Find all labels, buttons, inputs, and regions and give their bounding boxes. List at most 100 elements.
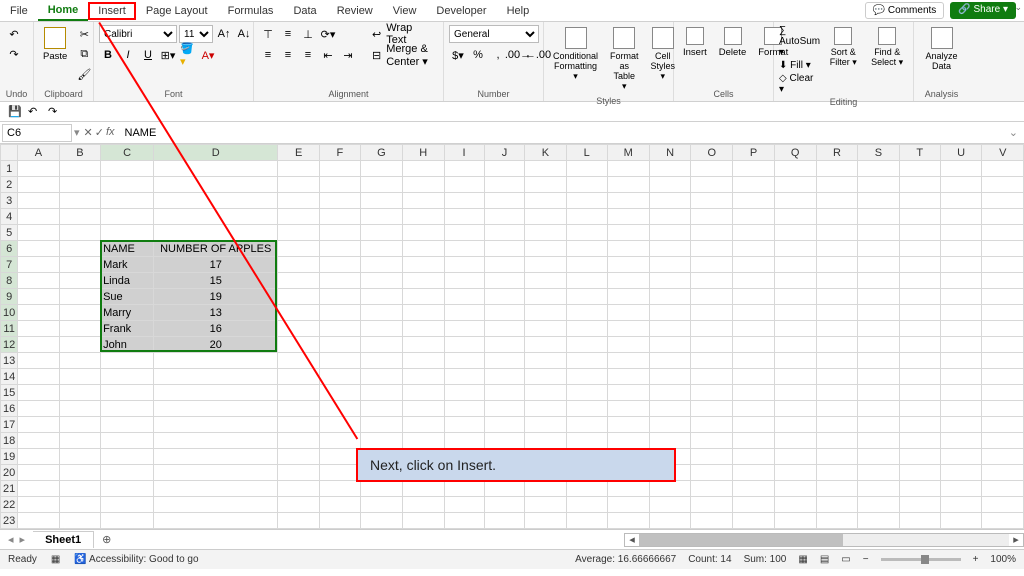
cell-L8[interactable] (566, 273, 607, 289)
cell-I22[interactable] (444, 497, 484, 513)
tab-file[interactable]: File (0, 2, 38, 20)
cell-P21[interactable] (733, 481, 774, 497)
cell-Q23[interactable] (774, 513, 816, 529)
cell-D10[interactable]: 13 (154, 305, 278, 321)
cell-N7[interactable] (649, 257, 691, 273)
cell-F1[interactable] (319, 161, 360, 177)
col-header-A[interactable]: A (18, 145, 59, 161)
cell-B18[interactable] (59, 433, 100, 449)
col-header-M[interactable]: M (607, 145, 649, 161)
cell-T10[interactable] (899, 305, 940, 321)
cell-B1[interactable] (59, 161, 100, 177)
cell-A6[interactable] (18, 241, 59, 257)
cell-N2[interactable] (649, 177, 691, 193)
cell-Q8[interactable] (774, 273, 816, 289)
cell-S5[interactable] (858, 225, 899, 241)
cell-S17[interactable] (858, 417, 899, 433)
cell-A11[interactable] (18, 321, 59, 337)
cell-I3[interactable] (444, 193, 484, 209)
cell-N13[interactable] (649, 353, 691, 369)
cell-J4[interactable] (484, 209, 525, 225)
cell-O13[interactable] (691, 353, 733, 369)
cell-L5[interactable] (566, 225, 607, 241)
cell-U17[interactable] (940, 417, 982, 433)
cell-S8[interactable] (858, 273, 899, 289)
cell-T9[interactable] (899, 289, 940, 305)
align-right-button[interactable]: ≡ (299, 46, 317, 64)
select-all-corner[interactable] (1, 145, 18, 161)
cell-O1[interactable] (691, 161, 733, 177)
cell-Q18[interactable] (774, 433, 816, 449)
row-header-20[interactable]: 20 (1, 465, 18, 481)
cell-L2[interactable] (566, 177, 607, 193)
cell-K10[interactable] (525, 305, 566, 321)
col-header-D[interactable]: D (154, 145, 278, 161)
cell-O9[interactable] (691, 289, 733, 305)
cell-F19[interactable] (319, 449, 360, 465)
cell-E24[interactable] (278, 529, 319, 530)
cell-B6[interactable] (59, 241, 100, 257)
cell-S15[interactable] (858, 385, 899, 401)
cell-V12[interactable] (982, 337, 1024, 353)
cell-C10[interactable]: Marry (101, 305, 154, 321)
cell-K13[interactable] (525, 353, 566, 369)
cell-S21[interactable] (858, 481, 899, 497)
cell-P10[interactable] (733, 305, 774, 321)
cell-H1[interactable] (402, 161, 444, 177)
cell-D3[interactable] (154, 193, 278, 209)
cell-G9[interactable] (361, 289, 403, 305)
cell-A1[interactable] (18, 161, 59, 177)
cell-C9[interactable]: Sue (101, 289, 154, 305)
cell-E20[interactable] (278, 465, 319, 481)
row-header-15[interactable]: 15 (1, 385, 18, 401)
cell-G17[interactable] (361, 417, 403, 433)
cell-O22[interactable] (691, 497, 733, 513)
cell-J13[interactable] (484, 353, 525, 369)
cell-L11[interactable] (566, 321, 607, 337)
cell-E9[interactable] (278, 289, 319, 305)
cell-A23[interactable] (18, 513, 59, 529)
cell-S14[interactable] (858, 369, 899, 385)
cell-S7[interactable] (858, 257, 899, 273)
collapse-ribbon-button[interactable]: ⌄ (1014, 2, 1022, 13)
row-header-6[interactable]: 6 (1, 241, 18, 257)
cell-L7[interactable] (566, 257, 607, 273)
cell-Q3[interactable] (774, 193, 816, 209)
copy-button[interactable]: ⧉ (75, 45, 93, 63)
cell-J8[interactable] (484, 273, 525, 289)
col-header-S[interactable]: S (858, 145, 899, 161)
cell-D1[interactable] (154, 161, 278, 177)
row-header-2[interactable]: 2 (1, 177, 18, 193)
cell-H23[interactable] (402, 513, 444, 529)
cell-V14[interactable] (982, 369, 1024, 385)
cut-button[interactable]: ✂ (75, 25, 93, 43)
col-header-N[interactable]: N (649, 145, 691, 161)
cell-L9[interactable] (566, 289, 607, 305)
cell-D22[interactable] (154, 497, 278, 513)
decrease-font-button[interactable]: A↓ (235, 25, 253, 43)
cell-P3[interactable] (733, 193, 774, 209)
cell-F7[interactable] (319, 257, 360, 273)
col-header-G[interactable]: G (361, 145, 403, 161)
cell-M13[interactable] (607, 353, 649, 369)
cell-H9[interactable] (402, 289, 444, 305)
cell-S10[interactable] (858, 305, 899, 321)
cell-E19[interactable] (278, 449, 319, 465)
row-header-5[interactable]: 5 (1, 225, 18, 241)
cell-U23[interactable] (940, 513, 982, 529)
cell-C3[interactable] (101, 193, 154, 209)
cell-M23[interactable] (607, 513, 649, 529)
cell-Q22[interactable] (774, 497, 816, 513)
cell-D20[interactable] (154, 465, 278, 481)
formula-expand-button[interactable]: ⌄ (1003, 126, 1024, 139)
cell-C12[interactable]: John (101, 337, 154, 353)
zoom-out-button[interactable]: − (863, 554, 869, 565)
cell-P20[interactable] (733, 465, 774, 481)
cell-M21[interactable] (607, 481, 649, 497)
cell-I18[interactable] (444, 433, 484, 449)
cell-S4[interactable] (858, 209, 899, 225)
cell-H12[interactable] (402, 337, 444, 353)
cell-C19[interactable] (101, 449, 154, 465)
cell-N8[interactable] (649, 273, 691, 289)
cell-C20[interactable] (101, 465, 154, 481)
